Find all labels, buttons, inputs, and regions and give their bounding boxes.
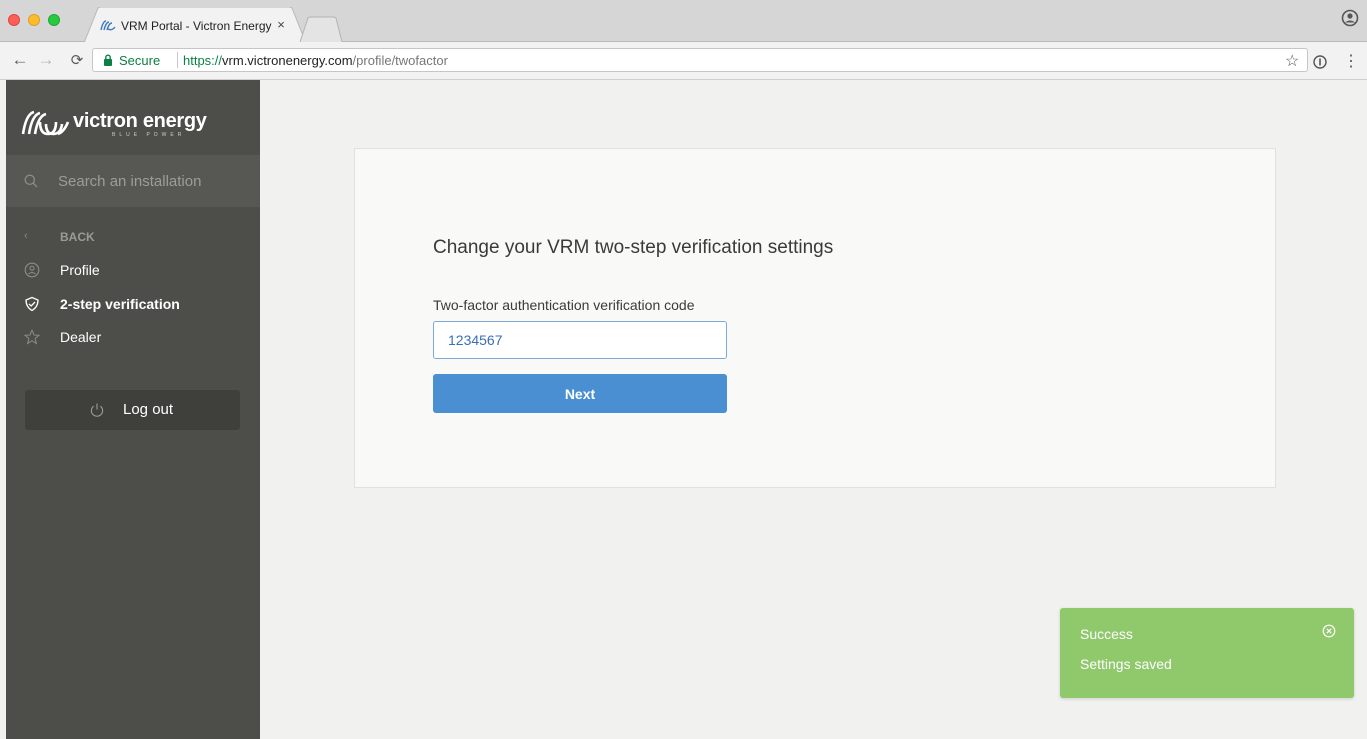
window-close-button[interactable] bbox=[8, 14, 20, 26]
profile-icon[interactable] bbox=[1341, 9, 1359, 27]
toast-title: Success bbox=[1080, 626, 1133, 642]
sidebar-item-profile[interactable]: Profile bbox=[6, 256, 260, 284]
menu-icon[interactable]: ⋮ bbox=[1343, 51, 1359, 71]
sidebar-item-label: Dealer bbox=[60, 329, 102, 345]
close-icon[interactable] bbox=[1322, 624, 1336, 638]
search-icon bbox=[24, 174, 38, 188]
url-path: /profile/twofactor bbox=[352, 53, 448, 68]
profile-icon bbox=[24, 262, 40, 278]
window-minimize-button[interactable] bbox=[28, 14, 40, 26]
address-bar[interactable]: Secure https://vrm.victronenergy.com/pro… bbox=[92, 48, 1308, 72]
omnibox-divider bbox=[177, 52, 178, 68]
back-arrow-icon[interactable]: ← bbox=[10, 51, 30, 69]
sidebar-item-dealer[interactable]: Dealer bbox=[6, 323, 260, 351]
installation-search bbox=[6, 155, 260, 207]
new-tab-button[interactable] bbox=[298, 16, 342, 42]
bookmark-star-icon[interactable]: ☆ bbox=[1285, 51, 1299, 71]
logout-label: Log out bbox=[123, 401, 174, 418]
star-icon bbox=[24, 329, 40, 345]
sidebar: victron energy BLUE POWER ‹ BACK Profile bbox=[6, 80, 260, 739]
lock-icon bbox=[104, 54, 112, 66]
browser-toolbar: ← → ⟳ Secure https://vrm.victronenergy.c… bbox=[0, 42, 1367, 80]
sidebar-item-label: 2-step verification bbox=[60, 296, 180, 312]
url-host: vrm.victronenergy.com bbox=[222, 53, 353, 68]
power-icon bbox=[90, 403, 104, 417]
sidebar-item-label: Profile bbox=[60, 262, 100, 278]
victron-logo-icon bbox=[21, 110, 70, 136]
browser-tab[interactable]: VRM Portal - Victron Energy × bbox=[84, 7, 306, 43]
search-input[interactable] bbox=[58, 169, 248, 193]
victron-favicon-icon bbox=[100, 20, 116, 31]
shield-icon bbox=[25, 296, 39, 312]
tab-close-icon[interactable]: × bbox=[274, 17, 288, 32]
brand-tagline: BLUE POWER bbox=[112, 132, 186, 138]
verification-code-input[interactable] bbox=[433, 321, 727, 359]
sidebar-item-label: BACK bbox=[60, 230, 95, 244]
brand-logo[interactable]: victron energy BLUE POWER bbox=[20, 102, 220, 142]
tab-title: VRM Portal - Victron Energy bbox=[121, 19, 272, 33]
extension-icon[interactable] bbox=[1313, 55, 1327, 69]
secure-label: Secure bbox=[119, 53, 161, 68]
window-zoom-button[interactable] bbox=[48, 14, 60, 26]
reload-icon[interactable]: ⟳ bbox=[67, 52, 87, 70]
sidebar-item-2-step-verification[interactable]: 2-step verification bbox=[6, 290, 260, 318]
url-text: https://vrm.victronenergy.com/profile/tw… bbox=[183, 53, 448, 68]
page-title: Change your VRM two-step verification se… bbox=[433, 237, 834, 258]
forward-arrow-icon[interactable]: → bbox=[36, 51, 56, 69]
toast-message: Settings saved bbox=[1080, 656, 1172, 672]
success-toast: Success Settings saved bbox=[1060, 608, 1354, 698]
two-factor-settings-card: Change your VRM two-step verification se… bbox=[354, 148, 1276, 488]
browser-tab-strip: VRM Portal - Victron Energy × bbox=[0, 0, 1367, 43]
url-scheme: https:// bbox=[183, 53, 223, 68]
sidebar-item-back[interactable]: ‹ BACK bbox=[6, 222, 260, 250]
chevron-left-icon: ‹ bbox=[24, 230, 28, 242]
verification-code-label: Two-factor authentication verification c… bbox=[433, 297, 695, 313]
brand-name: victron energy bbox=[73, 110, 207, 132]
next-button[interactable]: Next bbox=[433, 374, 727, 413]
logout-button[interactable]: Log out bbox=[25, 390, 240, 430]
